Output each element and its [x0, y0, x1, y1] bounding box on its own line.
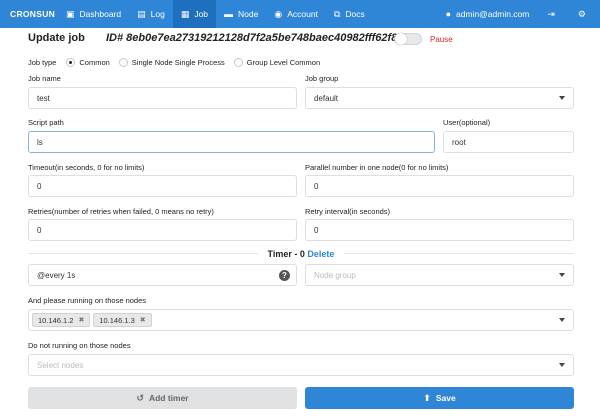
add-timer-button[interactable]: ↺ Add timer [28, 387, 297, 409]
job-name-input[interactable]: test [28, 87, 297, 109]
file-icon: ▤ [137, 8, 146, 19]
job-type-single-node[interactable]: Single Node Single Process [118, 57, 225, 67]
nav-docs-label: Docs [345, 9, 365, 19]
exclude-label: Do not running on those nodes [28, 341, 131, 350]
remove-icon[interactable]: ✖ [78, 316, 84, 324]
dashboard-icon: ▣ [66, 8, 75, 19]
parallel-input[interactable]: 0 [305, 175, 574, 197]
job-name-label: Job name [28, 74, 61, 83]
users-icon: ◉ [274, 8, 283, 19]
nav-log[interactable]: ▤ Log [129, 0, 173, 28]
timer-heading: Timer - 0 Delete [28, 249, 574, 259]
nav-log-label: Log [150, 9, 165, 19]
radio-icon [66, 57, 76, 67]
retries-value: 0 [37, 225, 42, 235]
timeout-input[interactable]: 0 [28, 175, 297, 197]
retry-interval-input[interactable]: 0 [305, 219, 574, 241]
job-id: ID# 8eb0e7ea27319212128d7f2a5be748baec40… [106, 32, 410, 44]
nav-user-label: admin@admin.com [456, 9, 530, 19]
top-nav: CRONSUN ▣ Dashboard ▤ Log ▦ Job ▬ Node ◉ Acco… [0, 0, 600, 28]
job-name-value: test [37, 93, 50, 103]
upload-icon: ⬆ [423, 392, 431, 403]
pause-toggle[interactable] [394, 33, 422, 45]
radio-icon [118, 57, 128, 67]
retries-label: Retries(number of retries when failed, 0… [28, 207, 214, 216]
nodes-label: And please running on those nodes [28, 296, 147, 305]
dropdown-icon [559, 363, 565, 367]
job-group-select[interactable]: default [305, 87, 574, 109]
timeout-label: Timeout(in seconds, 0 for no limits) [28, 163, 145, 172]
exclude-placeholder: Select nodes [37, 360, 84, 370]
nav-settings[interactable]: ⚙ [569, 0, 600, 28]
job-type-common-label: Common [79, 57, 110, 67]
page-title: Update job [28, 32, 85, 44]
retry-interval-label: Retry interval(in seconds) [305, 207, 391, 216]
history-icon: ↺ [136, 392, 144, 403]
nav-dashboard[interactable]: ▣ Dashboard [58, 0, 129, 28]
node-group-select[interactable]: Node group [305, 264, 574, 286]
nav-right: ● admin@admin.com ⇥ ⚙ [437, 0, 600, 28]
save-label: Save [435, 393, 456, 403]
dropdown-icon [559, 273, 565, 277]
external-link-icon: ⧉ [333, 8, 341, 19]
remove-icon[interactable]: ✖ [140, 316, 146, 324]
user-label: User(optional) [443, 118, 491, 127]
question-circle-icon[interactable]: ? [279, 270, 290, 281]
nav-job-label: Job [194, 9, 209, 19]
script-path-label: Script path [28, 118, 64, 127]
job-group-label: Job group [305, 74, 339, 83]
user-value: root [452, 137, 466, 147]
job-type-common[interactable]: Common [66, 57, 110, 67]
nav-dashboard-label: Dashboard [79, 9, 122, 19]
job-type-group-level-label: Group Level Common [246, 57, 321, 67]
nodes-multiselect[interactable]: 10.146.1.2 ✖ 10.146.1.3 ✖ [28, 309, 574, 331]
retry-interval-value: 0 [314, 225, 319, 235]
timer-heading-text: Timer - 0 [267, 249, 305, 259]
exclude-nodes-select[interactable]: Select nodes [28, 354, 574, 376]
script-path-input[interactable]: ls [28, 131, 435, 153]
brand-logo[interactable]: CRONSUN [0, 9, 58, 19]
node-chip-label: 10.146.1.3 [99, 315, 135, 325]
calendar-icon: ▦ [180, 8, 190, 19]
job-type-group: Job type Common Single Node Single Proce… [28, 56, 329, 68]
user-input[interactable]: root [443, 131, 574, 153]
pause-toggle-knob [395, 33, 407, 45]
node-chip[interactable]: 10.146.1.2 ✖ [32, 313, 91, 327]
server-icon: ▬ [224, 8, 234, 19]
script-path-value: ls [37, 137, 43, 147]
nav-logout[interactable]: ⇥ [538, 0, 569, 28]
sign-out-icon: ⇥ [547, 8, 555, 19]
save-button[interactable]: ⬆ Save [305, 387, 574, 409]
nav-account-label: Account [287, 9, 318, 19]
nav-node[interactable]: ▬ Node [216, 0, 266, 28]
radio-icon [233, 57, 243, 67]
pause-label: Pause [430, 35, 453, 44]
timer-input[interactable]: @every 1s? [28, 264, 297, 286]
dropdown-icon [559, 318, 565, 322]
job-group-value: default [314, 93, 339, 103]
parallel-label: Parallel number in one node(0 for no lim… [305, 163, 449, 172]
nav-job[interactable]: ▦ Job [172, 0, 217, 28]
node-group-placeholder: Node group [314, 270, 356, 280]
job-type-label: Job type [28, 57, 57, 67]
job-type-group-level[interactable]: Group Level Common [233, 57, 321, 67]
nav-user[interactable]: ● admin@admin.com [437, 0, 539, 28]
timer-value: @every 1s [37, 270, 76, 280]
parallel-value: 0 [314, 181, 319, 191]
user-icon: ● [445, 8, 452, 19]
dropdown-icon [559, 96, 565, 100]
nav-account[interactable]: ◉ Account [266, 0, 326, 28]
job-type-single-node-label: Single Node Single Process [131, 57, 225, 67]
node-chip[interactable]: 10.146.1.3 ✖ [93, 313, 152, 327]
timer-delete-link[interactable]: Delete [307, 249, 334, 259]
node-chip-label: 10.146.1.2 [38, 315, 74, 325]
gear-icon: ⚙ [577, 8, 586, 19]
add-timer-label: Add timer [148, 393, 189, 403]
timeout-value: 0 [37, 181, 42, 191]
retries-input[interactable]: 0 [28, 219, 297, 241]
nav-docs[interactable]: ⧉ Docs [326, 0, 373, 28]
nav-node-label: Node [238, 9, 259, 19]
